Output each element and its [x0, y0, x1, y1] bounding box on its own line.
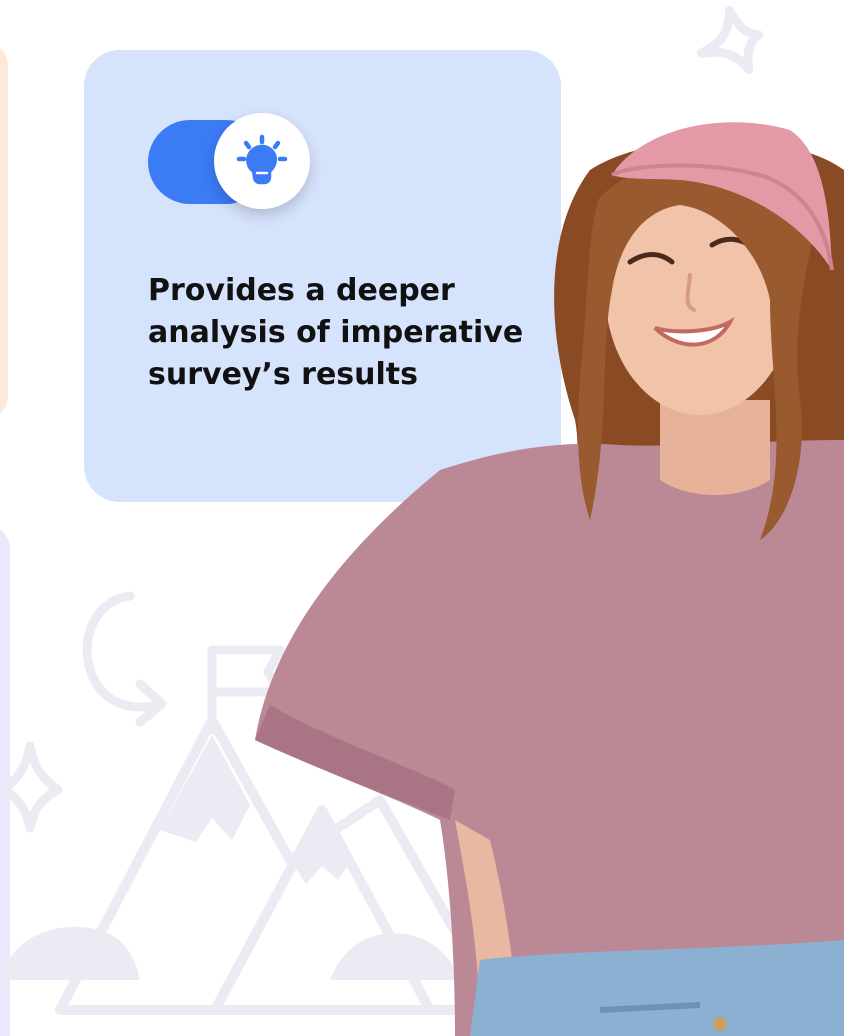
- page: Provides a deeper analysis of imperative…: [0, 0, 844, 1036]
- person-photo: [255, 122, 844, 1036]
